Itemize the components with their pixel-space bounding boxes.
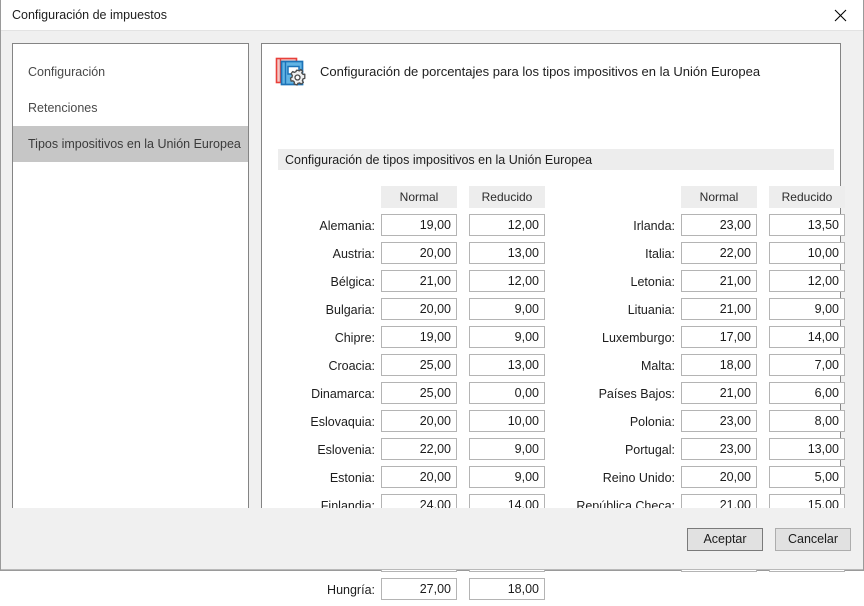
left-normal-rate-input[interactable]: 20,00 [381, 466, 457, 488]
left-reducido-rate-input[interactable]: 12,00 [469, 214, 545, 236]
dialog-body: Configuración Retenciones Tipos impositi… [1, 31, 863, 600]
country-label: Alemania: [319, 219, 375, 233]
left-reducido-rate-input[interactable]: 9,00 [469, 466, 545, 488]
right-normal-rate-input[interactable]: 17,00 [681, 326, 757, 348]
right-normal-rate-input[interactable]: 21,00 [681, 270, 757, 292]
right-reducido-rate-input[interactable]: 13,00 [769, 438, 845, 460]
left-normal-rate-input[interactable]: 20,00 [381, 410, 457, 432]
country-label: Estonia: [329, 471, 375, 485]
country-label: Bélgica: [330, 275, 375, 289]
sidebar-item-label: Configuración [28, 65, 106, 79]
right-reducido-rate-input[interactable]: 6,00 [769, 382, 845, 404]
left-normal-rate-input[interactable]: 20,00 [381, 242, 457, 264]
left-normal-rate-input[interactable]: 22,00 [381, 438, 457, 460]
footer-divider [1, 569, 863, 570]
main-content-panel: Configuración de porcentajes para los ti… [261, 43, 845, 600]
left-normal-rate-input[interactable]: 21,00 [381, 270, 457, 292]
left-normal-rate-input[interactable]: 20,00 [381, 298, 457, 320]
country-label: Malta: [640, 359, 675, 373]
country-label: Hungría: [327, 583, 375, 597]
country-label: Bulgaria: [325, 303, 375, 317]
country-label: Luxemburgo: [602, 331, 675, 345]
close-icon[interactable] [817, 0, 863, 30]
right-normal-rate-input[interactable]: 18,00 [681, 354, 757, 376]
country-label: Croacia: [328, 359, 375, 373]
left-reducido-rate-input[interactable]: 9,00 [469, 326, 545, 348]
country-label: Países Bajos: [598, 387, 675, 401]
sidebar-item-tipos-impositivos-ue[interactable]: Tipos impositivos en la Unión Europea [13, 126, 248, 162]
country-label: Irlanda: [633, 219, 675, 233]
column-header-normal: Normal [381, 186, 457, 208]
column-header-reducido: Reducido [769, 186, 845, 208]
accept-button[interactable]: Aceptar [687, 528, 763, 551]
left-normal-rate-input[interactable]: 25,00 [381, 354, 457, 376]
left-reducido-rate-input[interactable]: 13,00 [469, 354, 545, 376]
left-normal-rate-input[interactable]: 19,00 [381, 214, 457, 236]
left-reducido-rate-input[interactable]: 0,00 [469, 382, 545, 404]
dialog-footer: Aceptar Cancelar [1, 508, 863, 570]
country-label: Letonia: [630, 275, 675, 289]
left-reducido-rate-input[interactable]: 10,00 [469, 410, 545, 432]
window-title: Configuración de impuestos [12, 8, 167, 22]
country-label: Polonia: [629, 415, 675, 429]
left-normal-rate-input[interactable]: 19,00 [381, 326, 457, 348]
right-normal-rate-input[interactable]: 21,00 [681, 382, 757, 404]
sidebar-item-configuracion[interactable]: Configuración [13, 54, 248, 90]
country-label: Portugal: [624, 443, 675, 457]
right-reducido-rate-input[interactable]: 9,00 [769, 298, 845, 320]
country-label: Chipre: [334, 331, 375, 345]
country-label: Eslovenia: [317, 443, 375, 457]
left-reducido-rate-input[interactable]: 12,00 [469, 270, 545, 292]
country-label: Eslovaquia: [310, 415, 375, 429]
panel-header: Configuración de porcentajes para los ti… [262, 44, 840, 98]
right-reducido-rate-input[interactable]: 14,00 [769, 326, 845, 348]
page-title: Configuración de porcentajes para los ti… [320, 63, 761, 79]
right-reducido-rate-input[interactable]: 13,50 [769, 214, 845, 236]
country-label: Dinamarca: [311, 387, 375, 401]
book-gear-icon [274, 54, 308, 88]
right-normal-rate-input[interactable]: 23,00 [681, 438, 757, 460]
right-normal-rate-input[interactable]: 21,00 [681, 298, 757, 320]
right-normal-rate-input[interactable]: 23,00 [681, 410, 757, 432]
right-reducido-rate-input[interactable]: 10,00 [769, 242, 845, 264]
right-reducido-rate-input[interactable]: 12,00 [769, 270, 845, 292]
tax-settings-dialog: Configuración de impuestos Configuración… [0, 0, 864, 600]
country-label: Austria: [332, 247, 375, 261]
left-reducido-rate-input[interactable]: 9,00 [469, 298, 545, 320]
country-label: Italia: [645, 247, 675, 261]
right-normal-rate-input[interactable]: 23,00 [681, 214, 757, 236]
cancel-button[interactable]: Cancelar [775, 528, 851, 551]
left-reducido-rate-input[interactable]: 18,00 [469, 578, 545, 600]
right-reducido-rate-input[interactable]: 7,00 [769, 354, 845, 376]
left-reducido-rate-input[interactable]: 13,00 [469, 242, 545, 264]
right-normal-rate-input[interactable]: 22,00 [681, 242, 757, 264]
column-header-normal: Normal [681, 186, 757, 208]
column-header-reducido: Reducido [469, 186, 545, 208]
right-normal-rate-input[interactable]: 20,00 [681, 466, 757, 488]
section-header-label: Configuración de tipos impositivos en la… [285, 152, 593, 167]
right-reducido-rate-input[interactable]: 8,00 [769, 410, 845, 432]
section-header: Configuración de tipos impositivos en la… [278, 149, 834, 170]
country-label: Reino Unido: [602, 471, 675, 485]
settings-nav-list: Configuración Retenciones Tipos impositi… [12, 43, 249, 538]
left-reducido-rate-input[interactable]: 9,00 [469, 438, 545, 460]
left-normal-rate-input[interactable]: 27,00 [381, 578, 457, 600]
right-reducido-rate-input[interactable]: 5,00 [769, 466, 845, 488]
country-label: Lituania: [627, 303, 675, 317]
sidebar-item-label: Tipos impositivos en la Unión Europea [28, 137, 241, 151]
title-bar: Configuración de impuestos [1, 0, 863, 31]
sidebar-item-label: Retenciones [28, 101, 98, 115]
left-normal-rate-input[interactable]: 25,00 [381, 382, 457, 404]
sidebar-item-retenciones[interactable]: Retenciones [13, 90, 248, 126]
